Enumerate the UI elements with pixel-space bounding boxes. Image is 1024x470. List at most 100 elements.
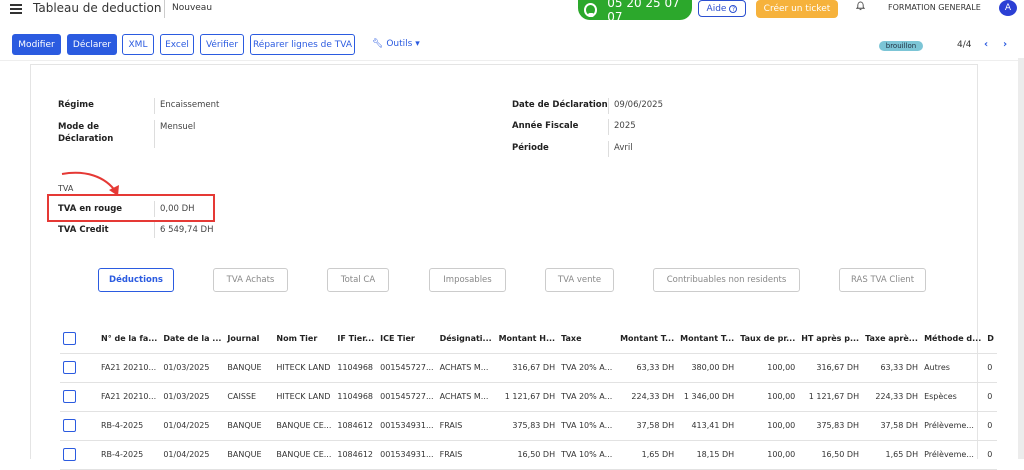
column-header[interactable]: D bbox=[984, 325, 997, 354]
column-header[interactable]: Journal bbox=[224, 325, 274, 354]
table-cell: TVA 20% A... bbox=[558, 353, 618, 383]
table-cell: BANQUE CE... bbox=[273, 411, 335, 441]
table-cell: 224,33 DH bbox=[617, 382, 678, 412]
scrollbar[interactable] bbox=[1018, 58, 1024, 459]
field-divider bbox=[608, 141, 609, 157]
top-bar: Tableau de deduction Nouveau 05 20 25 07… bbox=[0, 0, 1024, 24]
table-cell: 1 346,00 DH bbox=[677, 382, 738, 412]
menu-icon[interactable] bbox=[10, 4, 22, 14]
table-cell: TVA 20% A... bbox=[558, 382, 618, 412]
tab-tva-achats[interactable]: TVA Achats bbox=[213, 268, 288, 292]
chevron-left-icon[interactable]: ‹ bbox=[984, 39, 988, 50]
mode-value: Mensuel bbox=[160, 122, 196, 132]
tab-tva-vente[interactable]: TVA vente bbox=[545, 268, 614, 292]
column-header[interactable]: Méthode d... bbox=[921, 325, 985, 354]
table-cell: 63,33 DH bbox=[862, 353, 922, 383]
table-cell: BANQUE bbox=[224, 411, 274, 441]
modifier-button[interactable]: Modifier bbox=[12, 34, 61, 55]
toolbar-divider bbox=[0, 60, 1024, 61]
column-header[interactable]: IF Tier... bbox=[334, 325, 378, 354]
tab-contribuables-non-residents[interactable]: Contribuables non residents bbox=[653, 268, 800, 292]
row-checkbox[interactable] bbox=[63, 390, 76, 403]
tab-imposables[interactable]: Imposables bbox=[429, 268, 506, 292]
deductions-table: N° de la fa... Date de la ... Journal No… bbox=[60, 325, 997, 470]
column-header[interactable]: Montant T... bbox=[677, 325, 738, 354]
table-cell: 375,83 DH bbox=[495, 411, 559, 441]
row-checkbox[interactable] bbox=[63, 361, 76, 374]
table-cell: 01/03/2025 bbox=[160, 382, 225, 412]
table-cell: 1 121,67 DH bbox=[495, 382, 559, 412]
row-select-cell bbox=[60, 411, 98, 441]
table-cell: TVA 10% A... bbox=[558, 411, 618, 441]
column-header[interactable]: ICE Tier bbox=[377, 325, 437, 354]
verifier-button[interactable]: Vérifier bbox=[200, 34, 244, 55]
table-cell: 375,83 DH bbox=[798, 411, 863, 441]
row-checkbox[interactable] bbox=[63, 448, 76, 461]
excel-button[interactable]: Excel bbox=[160, 34, 194, 55]
field-divider bbox=[608, 119, 609, 135]
tab-deductions[interactable]: Déductions bbox=[98, 268, 174, 292]
fiscal-year-value: 2025 bbox=[614, 121, 636, 131]
avatar[interactable]: A bbox=[999, 0, 1017, 16]
table-cell: 01/04/2025 bbox=[160, 440, 225, 470]
table-cell: Prélèveme... bbox=[921, 440, 985, 470]
table-cell: BANQUE bbox=[224, 353, 274, 383]
table-cell: 37,58 DH bbox=[617, 411, 678, 441]
select-all-cell bbox=[60, 325, 98, 354]
company-name[interactable]: FORMATION GENERALE bbox=[888, 3, 981, 12]
column-header[interactable]: Taux de pr... bbox=[737, 325, 799, 354]
record-pager: 4/4 bbox=[957, 40, 972, 50]
table-cell: 001545727... bbox=[377, 353, 437, 383]
table-row[interactable]: FA21 20210... 01/03/2025 BANQUE HITECK L… bbox=[60, 353, 997, 383]
tva-credit-label: TVA Credit bbox=[58, 225, 109, 235]
table-cell: 1,65 DH bbox=[617, 440, 678, 470]
column-header[interactable]: Montant H... bbox=[495, 325, 559, 354]
column-header[interactable]: Montant T... bbox=[617, 325, 678, 354]
select-all-checkbox[interactable] bbox=[63, 332, 76, 346]
column-header[interactable]: Nom Tier bbox=[273, 325, 335, 354]
table-cell: Prélèveme... bbox=[921, 411, 985, 441]
column-header[interactable]: Date de la ... bbox=[160, 325, 225, 354]
chevron-right-icon[interactable]: › bbox=[1003, 39, 1007, 50]
table-cell: FA21 20210... bbox=[98, 382, 161, 412]
status-badge: brouillon bbox=[879, 41, 923, 51]
column-header[interactable]: Taxe aprè... bbox=[862, 325, 922, 354]
table-row[interactable]: RB-4-2025 01/04/2025 BANQUE BANQUE CE...… bbox=[60, 440, 997, 470]
table-cell: 100,00 bbox=[737, 411, 799, 441]
table-cell: 01/03/2025 bbox=[160, 353, 225, 383]
declarer-button[interactable]: Déclarer bbox=[67, 34, 117, 55]
tab-ras-tva-client[interactable]: RAS TVA Client bbox=[839, 268, 926, 292]
mode-label-line-2: Déclaration bbox=[58, 134, 114, 144]
period-value: Avril bbox=[614, 143, 633, 153]
table-header-row: N° de la fa... Date de la ... Journal No… bbox=[60, 325, 997, 354]
tools-dropdown[interactable]: 🔧︎ Outils ▾ bbox=[372, 39, 420, 49]
annotation-arrow-icon bbox=[61, 171, 119, 196]
column-header[interactable]: HT après p... bbox=[798, 325, 863, 354]
column-header[interactable]: Taxe bbox=[558, 325, 618, 354]
xml-button[interactable]: XML bbox=[122, 34, 154, 55]
repair-tva-lines-button[interactable]: Réparer lignes de TVA bbox=[250, 34, 355, 55]
table-row[interactable]: FA21 20210... 01/03/2025 CAISSE HITECK L… bbox=[60, 382, 997, 412]
create-ticket-button[interactable]: Créer un ticket bbox=[756, 0, 838, 18]
table-cell: 1,65 DH bbox=[862, 440, 922, 470]
table-cell: RB-4-2025 bbox=[98, 440, 161, 470]
table-cell: 316,67 DH bbox=[798, 353, 863, 383]
bell-icon[interactable] bbox=[856, 1, 865, 11]
table-cell: Autres bbox=[921, 353, 985, 383]
field-divider bbox=[154, 120, 155, 148]
table-row[interactable]: RB-4-2025 01/04/2025 BANQUE BANQUE CE...… bbox=[60, 411, 997, 441]
support-phone-button[interactable]: 05 20 25 07 07 bbox=[578, 0, 692, 24]
table-cell: 413,41 DH bbox=[677, 411, 738, 441]
table-cell: 0 bbox=[984, 382, 997, 412]
help-button[interactable]: Aide ? bbox=[698, 0, 746, 17]
tab-total-ca[interactable]: Total CA bbox=[327, 268, 389, 292]
table-cell: 100,00 bbox=[737, 353, 799, 383]
table-cell: 0 bbox=[984, 411, 997, 441]
row-checkbox[interactable] bbox=[63, 419, 76, 432]
period-label: Période bbox=[512, 143, 549, 153]
column-header[interactable]: N° de la fa... bbox=[98, 325, 161, 354]
table-cell: 380,00 DH bbox=[677, 353, 738, 383]
table-cell: 1104968 bbox=[334, 353, 378, 383]
column-header[interactable]: Désignati... bbox=[436, 325, 496, 354]
table-cell: FRAIS bbox=[436, 411, 496, 441]
